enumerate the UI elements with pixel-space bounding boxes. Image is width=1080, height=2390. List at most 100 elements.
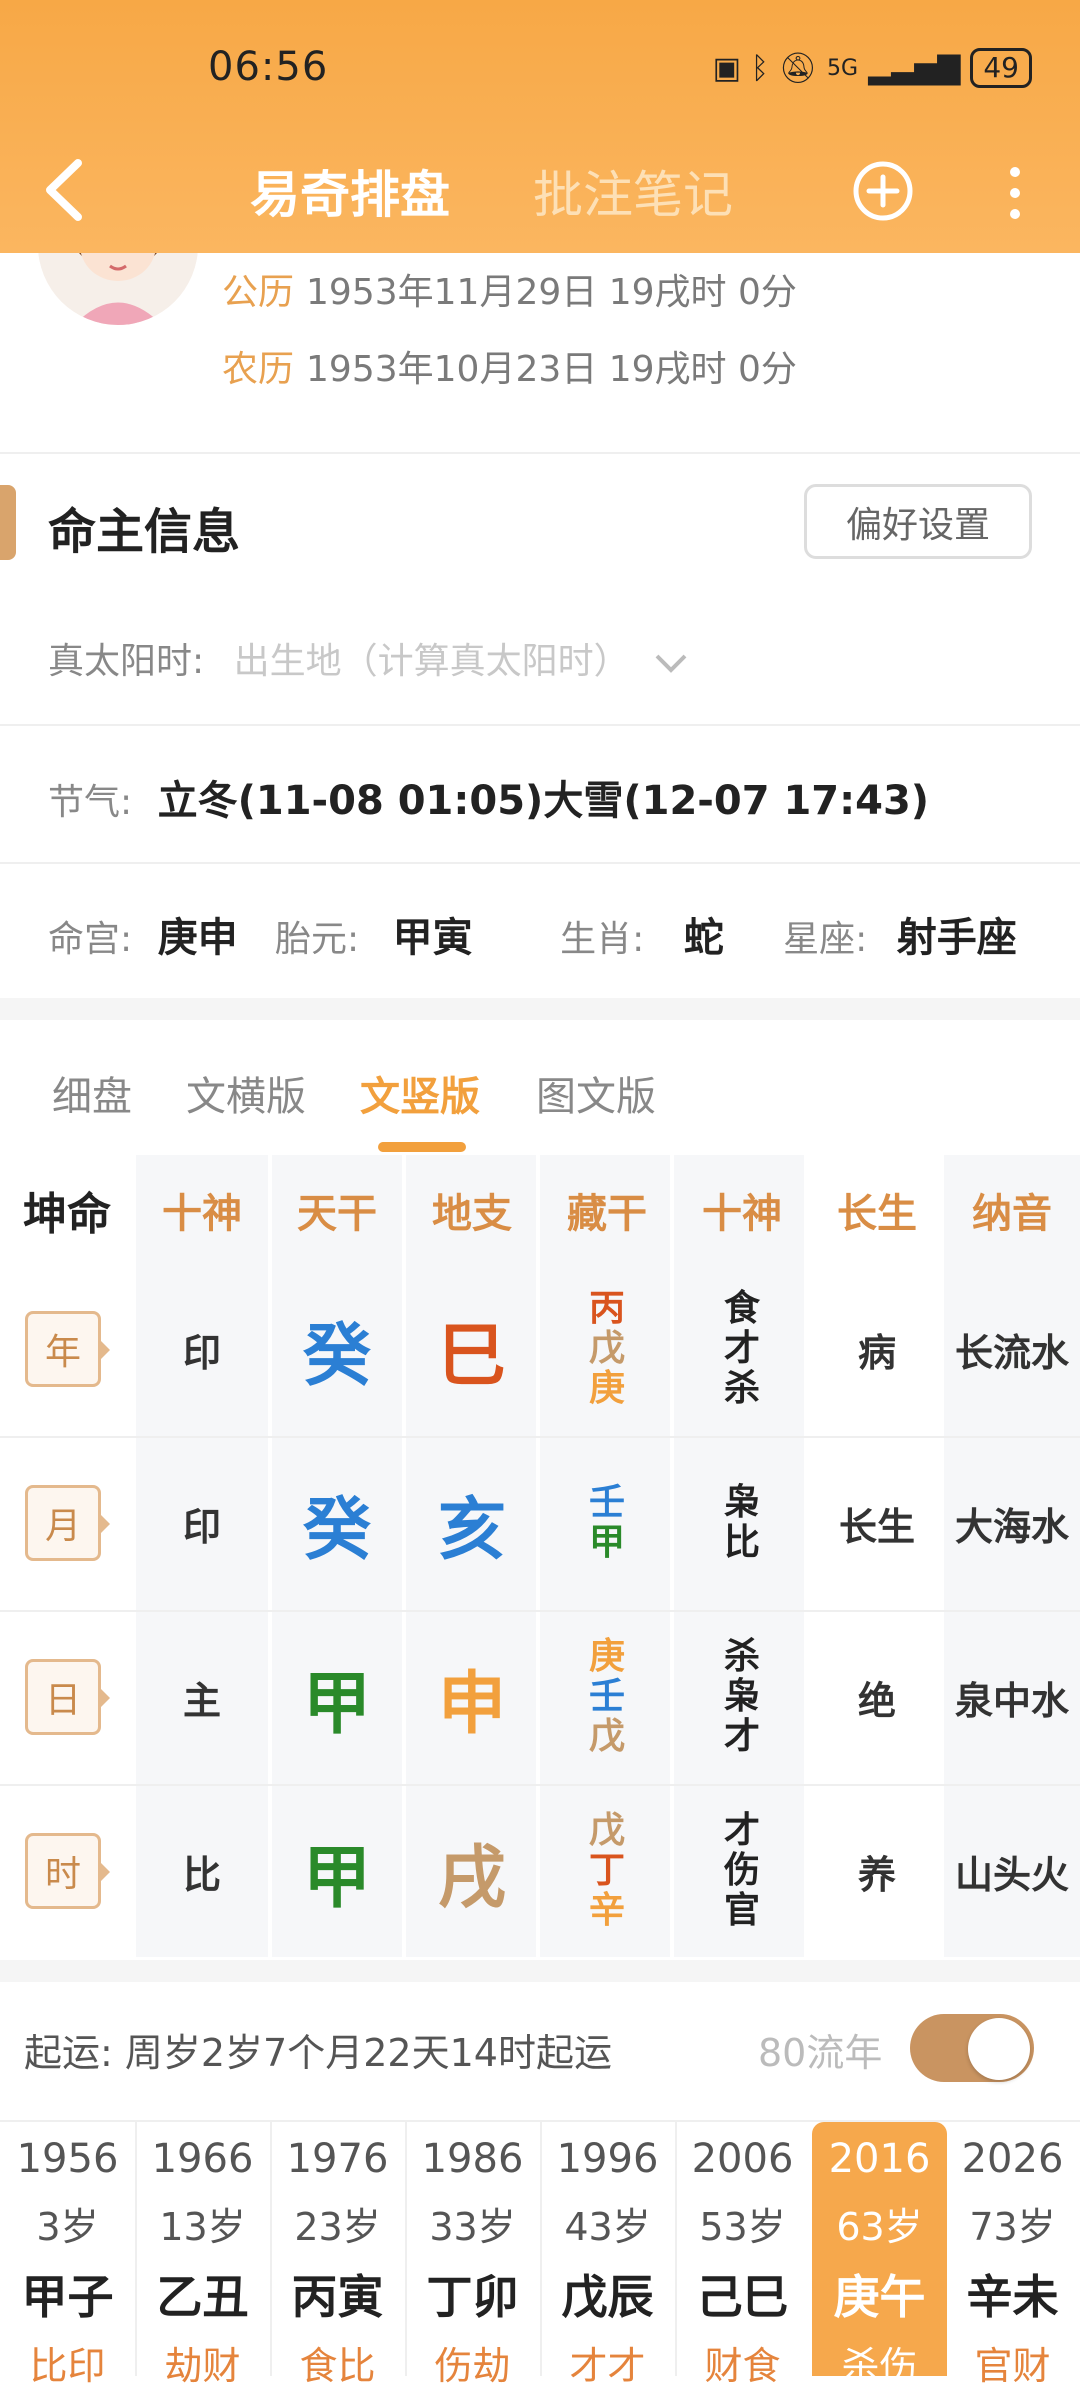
solar-date-row: 公历 1953年11月29日 19戌时 0分: [222, 263, 797, 315]
dayun-item[interactable]: 1986 33岁 丁卯 伤劫: [405, 2122, 540, 2388]
battery-level: 49: [970, 48, 1032, 88]
dayun-age: 73岁: [969, 2205, 1056, 2249]
shengxiao-label: 生肖:: [560, 919, 645, 960]
status-icons: ▣ ᛒ 🔕︎ 5G ▂▃▅▇ 49: [713, 48, 1032, 88]
dayun-item[interactable]: 1976 23岁 丙寅 食比: [270, 2122, 405, 2388]
year-nayin: 长流水: [954, 1330, 1069, 1375]
header-shishen: 十神: [162, 1191, 242, 1237]
xingzuo-value: 射手座: [896, 915, 1017, 961]
canggan-stem: 壬: [588, 1676, 625, 1717]
palace-row: 命宫: 庚申 胎元: 甲寅 生肖: 蛇 星座: 射手座: [48, 905, 1048, 963]
add-circle-icon[interactable]: [852, 160, 914, 222]
mute-bell-icon: 🔕︎: [778, 50, 818, 86]
canggan-shishen: 才: [723, 1328, 760, 1369]
dayun-year: 1966: [151, 2136, 254, 2182]
day-dizhi: 申: [437, 1664, 506, 1744]
dayun-year: 1956: [16, 2136, 119, 2182]
canggan-stem: 戊: [588, 1716, 625, 1757]
jieqi-row: 节气: 立冬(11-08 01:05)大雪(12-07 17:43): [48, 768, 929, 826]
header-canggan: 藏干: [567, 1191, 647, 1237]
true-solar-label: 真太阳时:: [48, 641, 205, 682]
dayun-item[interactable]: 1966 13岁 乙丑 劫财: [135, 2122, 270, 2388]
header-shishen-2: 十神: [702, 1191, 782, 1237]
canggan-stem: 辛: [588, 1890, 625, 1931]
view-tab-wenheng[interactable]: 文横版: [186, 1064, 306, 1122]
toggle-knob[interactable]: [968, 2018, 1030, 2080]
view-tab-tuwen[interactable]: 图文版: [536, 1064, 656, 1122]
solar-label: 公历: [222, 272, 295, 313]
dayun-shishen: 财食: [704, 2344, 781, 2388]
preferences-button[interactable]: 偏好设置: [804, 484, 1032, 559]
dayun-age: 23岁: [294, 2205, 381, 2249]
dayun-item[interactable]: 2026 73岁 辛未 官财: [945, 2122, 1080, 2388]
dayun-age: 3岁: [36, 2205, 99, 2249]
taiyuan-value: 甲寅: [392, 915, 473, 961]
header-tiangan: 天干: [297, 1191, 377, 1237]
row-label-month[interactable]: 月: [25, 1485, 110, 1561]
nfc-icon: ▣: [712, 50, 741, 86]
day-changsheng: 绝: [857, 1678, 896, 1723]
canggan-shishen: 枭: [723, 1482, 760, 1523]
month-canggan-shishen: 枭 比: [675, 1436, 809, 1610]
dayun-shishen: 劫财: [164, 2344, 241, 2388]
canggan-stem: 丙: [588, 1288, 625, 1329]
dayun-year: 2026: [961, 2136, 1064, 2182]
hour-nayin: 山头火: [954, 1852, 1069, 1897]
section-title: 命主信息: [48, 504, 241, 560]
divider: [0, 862, 1080, 864]
section-gap: [0, 1960, 1080, 1982]
hour-canggan: 戊 丁 辛: [540, 1784, 674, 1958]
taiyuan-label: 胎元:: [275, 919, 360, 960]
tab-paipan[interactable]: 易奇排盘: [250, 155, 450, 227]
chevron-down-icon: [655, 654, 687, 673]
dayun-age: 43岁: [564, 2205, 651, 2249]
canggan-shishen: 伤: [723, 1850, 760, 1891]
signal-icon: ▂▃▅▇: [868, 50, 961, 86]
canggan-stem: 戊: [588, 1810, 625, 1851]
dayun-year: 2016: [828, 2136, 931, 2182]
true-solar-time-row[interactable]: 真太阳时: 出生地（计算真太阳时）: [48, 632, 691, 684]
hour-shishen: 比: [182, 1852, 221, 1897]
dayun-age: 53岁: [699, 2205, 786, 2249]
dayun-year: 1976: [286, 2136, 389, 2182]
row-label-day[interactable]: 日: [25, 1659, 110, 1735]
tab-notes[interactable]: 批注笔记: [533, 155, 733, 227]
row-label-hour[interactable]: 时: [25, 1833, 110, 1909]
dayun-item[interactable]: 1996 43岁 戊辰 才才: [540, 2122, 675, 2388]
birthplace-select[interactable]: 出生地（计算真太阳时）: [234, 641, 630, 682]
view-tab-xipan[interactable]: 细盘: [52, 1064, 132, 1122]
canggan-shishen: 枭: [723, 1676, 760, 1717]
dayun-item[interactable]: 2006 53岁 己巳 财食: [675, 2122, 810, 2388]
year-canggan-shishen: 食 才 杀: [675, 1262, 809, 1436]
dayun-shishen: 官财: [974, 2344, 1051, 2388]
hour-tiangan: 甲: [302, 1838, 371, 1918]
day-shishen: 主: [182, 1678, 221, 1723]
lunar-label: 农历: [222, 349, 295, 390]
hour-canggan-shishen: 才 伤 官: [675, 1784, 809, 1958]
canggan-stem: 戊: [588, 1328, 625, 1369]
more-vertical-icon[interactable]: [1000, 162, 1030, 224]
dayun-shishen: 才才: [569, 2344, 646, 2388]
day-canggan: 庚 壬 戊: [540, 1610, 674, 1784]
canggan-shishen: 才: [723, 1716, 760, 1757]
dayun-item[interactable]: 1956 3岁 甲子 比印: [0, 2122, 135, 2388]
dayun-shishen: 比印: [29, 2344, 106, 2388]
liunian-label: 80流年: [758, 2031, 883, 2075]
canggan-shishen: 比: [723, 1522, 760, 1563]
lunar-date-row: 农历 1953年10月23日 19戌时 0分: [222, 340, 797, 392]
month-canggan: 壬 甲: [540, 1436, 674, 1610]
month-dizhi: 亥: [437, 1490, 506, 1570]
dayun-ganzhi: 辛未: [966, 2270, 1059, 2324]
canggan-shishen: 食: [723, 1288, 760, 1329]
back-arrow-icon[interactable]: [40, 155, 90, 225]
view-tab-wenshu[interactable]: 文竖版: [360, 1064, 480, 1122]
dayun-ganzhi: 甲子: [21, 2270, 114, 2324]
row-label-year[interactable]: 年: [25, 1311, 110, 1387]
year-canggan: 丙 戊 庚: [540, 1262, 674, 1436]
dayun-ganzhi: 丁卯: [426, 2270, 519, 2324]
dayun-ganzhi: 庚午: [833, 2270, 926, 2324]
dayun-item-active[interactable]: 2016 63岁 庚午 杀伤: [812, 2122, 947, 2388]
qiyun-text: 起运: 周岁2岁7个月22天14时起运: [24, 2031, 612, 2075]
canggan-shishen: 才: [723, 1810, 760, 1851]
dayun-ganzhi: 乙丑: [156, 2270, 249, 2324]
